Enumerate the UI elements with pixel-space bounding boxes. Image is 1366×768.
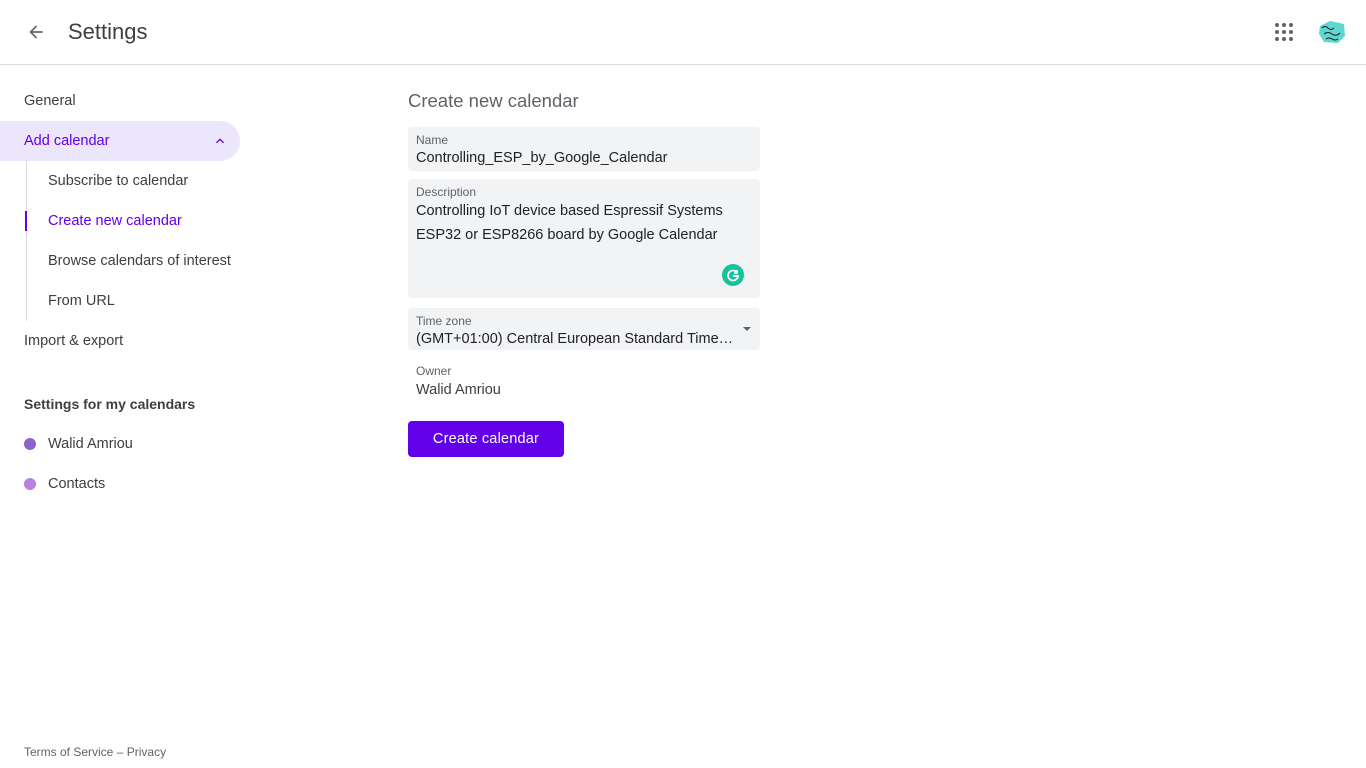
arrow-back-icon bbox=[29, 25, 43, 39]
description-textarea[interactable]: Controlling IoT device based Espressif S… bbox=[416, 199, 752, 247]
name-input[interactable]: Controlling_ESP_by_Google_Calendar bbox=[416, 149, 752, 167]
grammarly-g-icon bbox=[727, 269, 739, 282]
name-field[interactable]: Name Controlling_ESP_by_Google_Calendar bbox=[408, 127, 760, 171]
description-field[interactable]: Description Controlling IoT device based… bbox=[408, 179, 760, 298]
add-calendar-submenu: Subscribe to calendar Create new calenda… bbox=[25, 161, 240, 321]
sidebar-item-create-new[interactable]: Create new calendar bbox=[25, 201, 240, 241]
sidebar-item-add-calendar[interactable]: Add calendar bbox=[0, 121, 240, 161]
google-apps-button[interactable] bbox=[1268, 16, 1300, 48]
owner-info: Owner Walid Amriou bbox=[408, 364, 760, 399]
page-title: Settings bbox=[68, 19, 148, 44]
footer-links: Terms of Service – Privacy bbox=[24, 745, 166, 759]
sidebar-item-from-url[interactable]: From URL bbox=[27, 281, 240, 321]
timezone-select[interactable]: Time zone (GMT+01:00) Central European S… bbox=[408, 308, 760, 350]
back-button[interactable] bbox=[20, 16, 52, 48]
footer-separator: – bbox=[116, 745, 124, 759]
sidebar-item-general[interactable]: General bbox=[0, 81, 240, 121]
top-bar: Settings bbox=[0, 0, 1366, 65]
settings-sidebar: General Add calendar Subscribe to calend… bbox=[0, 81, 240, 504]
owner-label: Owner bbox=[416, 364, 452, 378]
owner-value: Walid Amriou bbox=[416, 382, 501, 398]
timezone-label: Time zone bbox=[416, 314, 472, 328]
sidebar-item-label: Add calendar bbox=[24, 133, 110, 149]
dropdown-arrow-icon bbox=[743, 327, 751, 331]
grammarly-icon[interactable] bbox=[722, 264, 744, 286]
sidebar-item-browse[interactable]: Browse calendars of interest bbox=[27, 241, 240, 281]
calendar-name: Walid Amriou bbox=[48, 436, 133, 452]
name-label: Name bbox=[416, 133, 449, 147]
apps-grid-icon bbox=[1275, 23, 1293, 41]
account-avatar[interactable] bbox=[1316, 16, 1348, 48]
create-calendar-form: Create new calendar Name Controlling_ESP… bbox=[408, 88, 760, 457]
calendar-color-dot bbox=[24, 438, 36, 450]
my-calendars-heading: Settings for my calendars bbox=[24, 396, 196, 412]
terms-link[interactable]: Terms of Service bbox=[24, 745, 113, 759]
sidebar-item-calendar-contacts[interactable]: Contacts bbox=[0, 464, 240, 504]
form-title: Create new calendar bbox=[408, 90, 579, 111]
description-label: Description bbox=[416, 185, 477, 199]
sidebar-item-subscribe[interactable]: Subscribe to calendar bbox=[27, 161, 240, 201]
sidebar-item-import-export[interactable]: Import & export bbox=[0, 321, 240, 361]
privacy-link[interactable]: Privacy bbox=[127, 745, 166, 759]
calendar-color-dot bbox=[24, 478, 36, 490]
avatar-image-icon bbox=[1316, 16, 1348, 48]
create-calendar-button[interactable]: Create calendar bbox=[408, 421, 564, 457]
calendar-name: Contacts bbox=[48, 476, 106, 492]
timezone-value: (GMT+01:00) Central European Standard Ti… bbox=[416, 331, 736, 347]
chevron-up-icon bbox=[216, 138, 224, 144]
sidebar-item-calendar-walid[interactable]: Walid Amriou bbox=[0, 424, 240, 464]
